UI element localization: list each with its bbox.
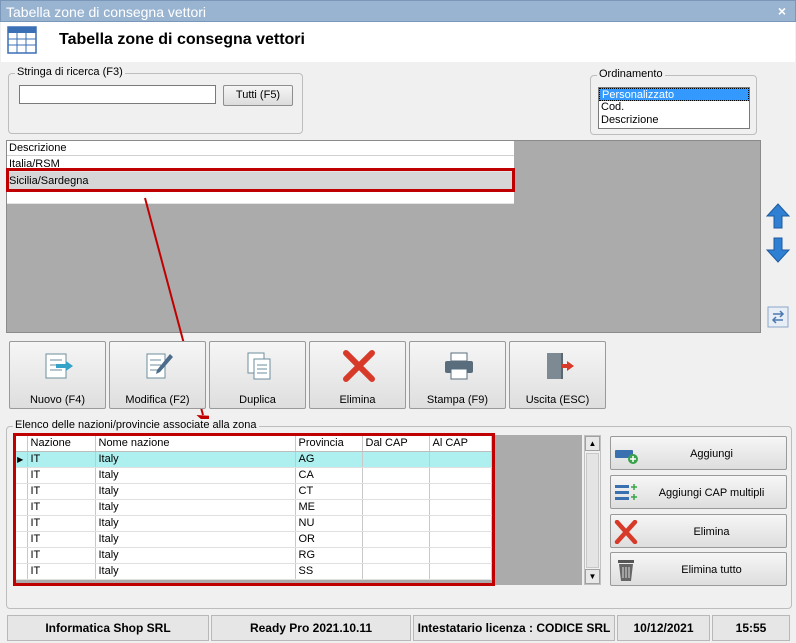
list-add-icon [615,484,637,500]
edit-label: Modifica (F2) [125,394,190,406]
new-record-icon [45,353,73,379]
highlight-box-nations [13,433,495,586]
nations-scrollbar[interactable]: ▲ ▼ [584,435,601,585]
delete-row-button[interactable]: Elimina [610,514,787,548]
title-bar: Tabella zone di consegna vettori × [0,0,796,22]
trash-icon [618,560,634,581]
delete-label: Elimina [339,394,376,406]
delete-row-label: Elimina [693,526,730,538]
add-row-icon [615,450,638,464]
exit-door-icon [547,353,574,379]
scroll-down-icon[interactable]: ▼ [585,569,600,584]
print-button[interactable]: Stampa (F9) [409,341,506,409]
new-label: Nuovo (F4) [29,394,86,406]
edit-icon [146,353,173,379]
ordering-legend: Ordinamento [597,68,665,80]
ordering-option[interactable]: Personalizzato [599,88,749,101]
page-title: Tabella zone di consegna vettori [59,31,305,48]
ordering-listbox[interactable]: Personalizzato Cod. Descrizione [598,87,750,129]
nations-legend: Elenco delle nazioni/provincie associate… [13,419,259,431]
edit-button[interactable]: Modifica (F2) [109,341,206,409]
search-group: Stringa di ricerca (F3) Tutti (F5) [8,66,303,134]
scroll-thumb[interactable] [586,453,599,568]
add-label: Aggiungi [690,448,733,460]
delete-x-icon [343,350,375,382]
status-version: Ready Pro 2021.10.11 [211,615,411,641]
status-time: 15:55 [712,615,790,641]
search-legend: Stringa di ricerca (F3) [15,66,125,78]
all-button[interactable]: Tutti (F5) [223,85,293,106]
exit-button[interactable]: Uscita (ESC) [509,341,606,409]
zones-header[interactable]: Descrizione [7,141,514,156]
refresh-icon[interactable] [766,304,790,330]
delete-all-button[interactable]: Elimina tutto [610,552,787,586]
search-input[interactable] [19,85,216,104]
move-down-icon[interactable] [766,237,790,263]
ordering-group: Ordinamento Personalizzato Cod. Descrizi… [590,68,757,135]
delete-x-icon [614,520,638,544]
move-up-icon[interactable] [766,203,790,229]
ordering-option[interactable]: Cod. [599,101,749,114]
delete-button[interactable]: Elimina [309,341,406,409]
zone-row-empty[interactable] [7,190,514,204]
printer-icon [445,352,473,380]
close-icon[interactable]: × [778,3,786,19]
highlight-box-zone [6,168,515,192]
duplicate-icon [247,352,271,380]
page-header: Tabella zone di consegna vettori [1,22,795,62]
add-multi-cap-button[interactable]: Aggiungi CAP multipli [610,475,787,509]
add-multi-cap-label: Aggiungi CAP multipli [658,487,765,499]
print-label: Stampa (F9) [426,394,489,406]
ordering-option[interactable]: Descrizione [599,114,749,127]
table-icon [7,26,37,54]
scroll-up-icon[interactable]: ▲ [585,436,600,451]
add-button[interactable]: Aggiungi [610,436,787,470]
duplicate-label: Duplica [239,394,276,406]
duplicate-button[interactable]: Duplica [209,341,306,409]
status-date: 10/12/2021 [617,615,710,641]
window-title: Tabella zone di consegna vettori [6,4,207,20]
status-company: Informatica Shop SRL [7,615,209,641]
exit-label: Uscita (ESC) [525,394,590,406]
status-license: Intestatario licenza : CODICE SRL [413,615,615,641]
delete-all-label: Elimina tutto [681,564,742,576]
new-button[interactable]: Nuovo (F4) [9,341,106,409]
